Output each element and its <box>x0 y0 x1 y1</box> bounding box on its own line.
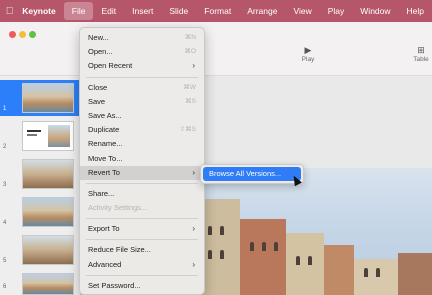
apple-icon[interactable]:  <box>0 0 19 22</box>
slide-preview-image <box>22 159 74 189</box>
menu-item-close[interactable]: Close ⌘W <box>80 81 204 95</box>
menu-insert[interactable]: Insert <box>124 0 161 22</box>
menu-item-shortcut: ⌘N <box>184 34 196 41</box>
menu-separator <box>86 218 198 220</box>
menu-separator <box>86 274 198 276</box>
slide-thumbnail-1[interactable]: 1 <box>0 80 80 116</box>
menu-item-rename[interactable]: Rename... <box>80 137 204 151</box>
menu-item-shortcut: ⌘W <box>183 83 196 91</box>
menu-format[interactable]: Format <box>196 0 239 22</box>
menu-item-label: Set Password... <box>88 280 141 290</box>
menu-item-label: Advanced <box>88 259 122 269</box>
menu-item-open[interactable]: Open... ⌘O <box>80 45 204 59</box>
slide-navigator: 1 2 3 4 5 6 <box>0 76 80 295</box>
menu-item-label: Export To <box>88 224 120 234</box>
slide-preview-image <box>22 121 74 151</box>
slide-number: 5 <box>3 258 7 264</box>
chevron-right-icon: › <box>192 259 195 269</box>
menu-window[interactable]: Window <box>352 0 398 22</box>
slide-number: 6 <box>3 284 7 290</box>
slide-number: 3 <box>3 182 7 188</box>
menu-item-save[interactable]: Save ⌘S <box>80 95 204 109</box>
menu-item-label: Reduce File Size... <box>88 245 151 255</box>
table-button[interactable]: ⊞ Table <box>401 44 432 63</box>
menu-play[interactable]: Play <box>320 0 353 22</box>
chevron-right-icon: › <box>192 224 195 234</box>
menu-item-open-recent[interactable]: Open Recent › <box>80 59 204 73</box>
menu-separator <box>86 182 198 184</box>
play-icon: ▶ <box>304 45 312 55</box>
slide-number: 2 <box>3 144 7 150</box>
menu-item-move-to[interactable]: Move To... <box>80 152 204 166</box>
menu-edit[interactable]: Edit <box>93 0 124 22</box>
menu-item-shortcut: ⌘O <box>184 48 196 56</box>
slide-thumbnail-4[interactable]: 4 <box>0 194 80 230</box>
menu-item-new[interactable]: New... ⌘N <box>80 31 204 45</box>
menu-item-export-to[interactable]: Export To › <box>80 222 204 236</box>
zoom-window-button[interactable] <box>29 31 36 38</box>
menu-item-revert-to[interactable]: Revert To › <box>80 165 204 180</box>
menu-slide[interactable]: Slide <box>161 0 196 22</box>
menu-separator <box>86 76 198 78</box>
menu-separator <box>86 239 198 241</box>
play-button[interactable]: ▶ Play <box>288 44 328 63</box>
menu-item-activity-settings: Activity Settings... <box>80 201 204 215</box>
menu-item-shortcut: ⇧⌘S <box>179 126 196 134</box>
menu-item-label: Save <box>88 96 106 106</box>
menu-item-label: Activity Settings... <box>88 203 148 213</box>
menu-item-label: Duplicate <box>88 125 120 135</box>
menu-file[interactable]: File <box>63 2 94 20</box>
file-menu: New... ⌘N Open... ⌘O Open Recent › Close… <box>79 27 205 295</box>
slide-thumbnail-3[interactable]: 3 <box>0 156 80 192</box>
menu-item-shortcut: ⌘S <box>185 97 196 105</box>
menu-item-label: Open... <box>88 47 113 57</box>
window-toolbar: ▶ Play ⊞ Table <box>0 22 432 76</box>
minimize-window-button[interactable] <box>19 31 26 38</box>
menu-bar:  Keynote File Edit Insert Slide Format … <box>0 0 432 22</box>
menu-item-label: Rename... <box>88 139 123 149</box>
slide-preview-image <box>22 197 74 227</box>
close-window-button[interactable] <box>9 31 16 38</box>
menu-app-name[interactable]: Keynote <box>19 0 64 22</box>
table-icon: ⊞ <box>417 45 425 55</box>
menu-item-label: Open Recent <box>88 61 133 71</box>
menu-item-label: New... <box>88 33 109 42</box>
play-label: Play <box>301 56 315 63</box>
menu-item-save-as[interactable]: Save As... <box>80 109 204 123</box>
menu-item-label: Save As... <box>88 110 122 120</box>
slide-number: 4 <box>3 220 7 226</box>
slide-preview-image <box>22 83 74 113</box>
menu-item-set-password[interactable]: Set Password... <box>80 279 204 293</box>
slide-preview-image <box>22 235 74 265</box>
menu-item-label: Close <box>88 82 108 92</box>
menu-arrange[interactable]: Arrange <box>239 0 285 22</box>
revert-to-submenu: Browse All Versions... <box>200 164 304 184</box>
menu-item-label: Revert To <box>88 167 120 177</box>
table-label: Table <box>413 56 429 63</box>
menu-item-advanced[interactable]: Advanced › <box>80 258 204 272</box>
slide-thumbnail-6[interactable]: 6 <box>0 270 80 295</box>
menu-item-label: Share... <box>88 188 115 198</box>
chevron-right-icon: › <box>192 167 195 177</box>
menu-item-label: Move To... <box>88 153 123 163</box>
menu-item-duplicate[interactable]: Duplicate ⇧⌘S <box>80 123 204 137</box>
menu-view[interactable]: View <box>285 0 319 22</box>
chevron-right-icon: › <box>192 61 195 71</box>
keynote-window: ▶ Play ⊞ Table 1 2 3 4 5 6 <box>0 22 432 295</box>
slide-thumbnail-2[interactable]: 2 <box>0 118 80 154</box>
slide-thumbnail-5[interactable]: 5 <box>0 232 80 268</box>
menu-item-browse-all-versions[interactable]: Browse All Versions... <box>203 167 301 181</box>
menu-item-share[interactable]: Share... <box>80 187 204 201</box>
slide-preview-image <box>22 273 74 295</box>
slide-number: 1 <box>3 106 7 112</box>
menu-help[interactable]: Help <box>399 0 432 22</box>
menu-item-reduce-file-size[interactable]: Reduce File Size... <box>80 243 204 257</box>
